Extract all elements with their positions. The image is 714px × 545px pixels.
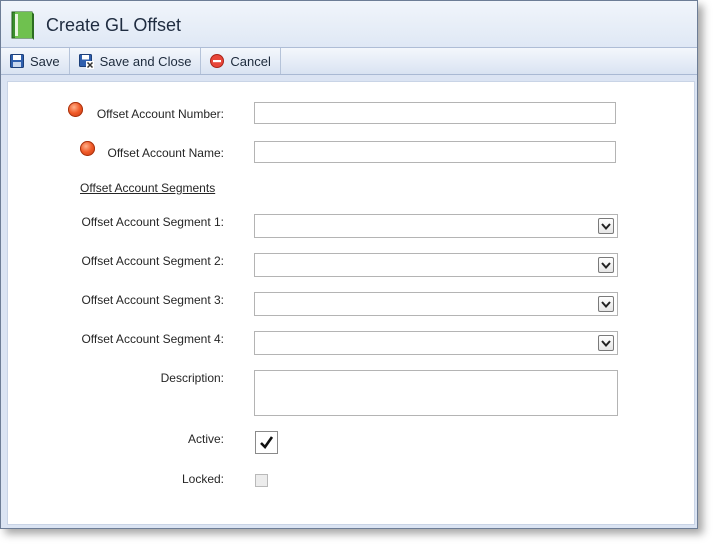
description-textarea[interactable] [254, 370, 618, 416]
offset-account-number-input[interactable] [254, 102, 616, 124]
save-label: Save [30, 53, 60, 69]
create-gl-offset-window: Create GL Offset Save Save and Close Can… [0, 0, 698, 529]
locked-checkbox[interactable] [255, 474, 268, 487]
active-label: Active: [187, 432, 224, 446]
dropdown-button[interactable] [598, 218, 614, 234]
floppy-disk-icon [10, 54, 24, 68]
required-indicator-icon [68, 102, 83, 117]
dropdown-button[interactable] [598, 257, 614, 273]
offset-account-number-label: Offset Account Number: [96, 107, 224, 121]
page-title: Create GL Offset [46, 15, 182, 35]
chevron-down-icon [601, 262, 611, 270]
green-book-icon [11, 11, 34, 40]
description-label: Description: [160, 371, 224, 385]
segment-4-select[interactable] [254, 331, 618, 355]
save-close-icon [78, 53, 94, 69]
dropdown-button[interactable] [598, 335, 614, 351]
offset-account-name-input[interactable] [254, 141, 616, 163]
segment-4-label: Offset Account Segment 4: [81, 332, 224, 346]
cancel-button[interactable]: Cancel [201, 48, 281, 74]
locked-label: Locked: [181, 472, 224, 486]
chevron-down-icon [601, 301, 611, 309]
active-checkbox[interactable] [255, 431, 278, 454]
cancel-icon [210, 54, 225, 68]
segment-1-label: Offset Account Segment 1: [81, 215, 224, 229]
required-indicator-icon [80, 141, 95, 156]
save-button[interactable]: Save [1, 48, 70, 74]
toolbar: Save Save and Close Cancel [1, 48, 697, 75]
save-and-close-label: Save and Close [99, 53, 192, 69]
dropdown-button[interactable] [598, 296, 614, 312]
form-content: Offset Account Number: Offset Account Na… [7, 81, 695, 525]
segment-3-select[interactable] [254, 292, 618, 316]
chevron-down-icon [601, 223, 611, 231]
segment-2-select[interactable] [254, 253, 618, 277]
title-bar: Create GL Offset [1, 1, 697, 48]
segment-3-label: Offset Account Segment 3: [81, 293, 224, 307]
segment-2-label: Offset Account Segment 2: [81, 254, 224, 268]
offset-account-segments-link[interactable]: Offset Account Segments [80, 181, 215, 195]
chevron-down-icon [601, 340, 611, 348]
segment-1-select[interactable] [254, 214, 618, 238]
checkmark-icon [260, 436, 274, 450]
cancel-label: Cancel [230, 53, 271, 69]
offset-account-name-label: Offset Account Name: [107, 146, 224, 160]
save-and-close-button[interactable]: Save and Close [70, 48, 202, 74]
